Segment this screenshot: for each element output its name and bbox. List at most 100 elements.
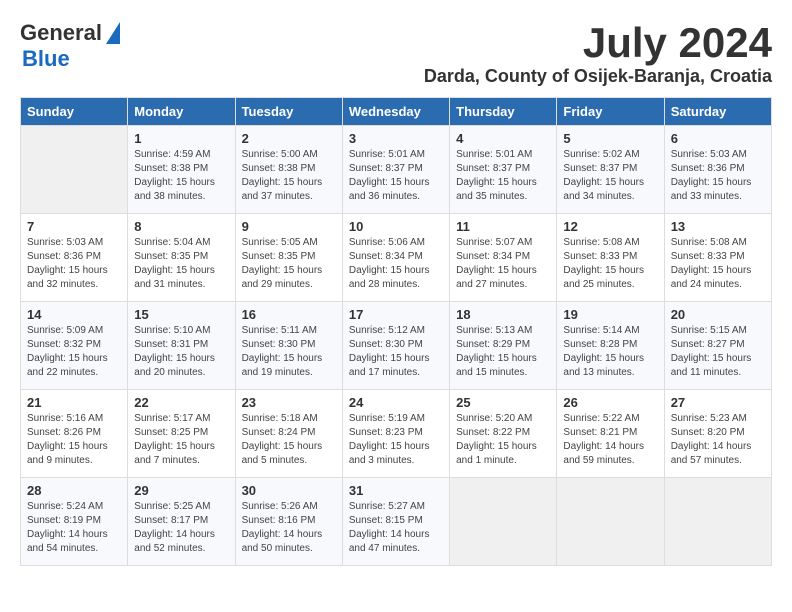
cell-content: Sunrise: 5:03 AM Sunset: 8:36 PM Dayligh… xyxy=(671,148,765,204)
cell-content: Sunrise: 5:00 AM Sunset: 8:38 PM Dayligh… xyxy=(242,148,336,204)
calendar-cell: 12 Sunrise: 5:08 AM Sunset: 8:33 PM Dayli… xyxy=(557,214,664,302)
calendar-cell: 31 Sunrise: 5:27 AM Sunset: 8:15 PM Dayli… xyxy=(342,478,449,566)
day-number: 12 xyxy=(563,219,657,234)
day-number: 13 xyxy=(671,219,765,234)
cell-content: Sunrise: 5:07 AM Sunset: 8:34 PM Dayligh… xyxy=(456,236,550,292)
cell-content: Sunrise: 5:18 AM Sunset: 8:24 PM Dayligh… xyxy=(242,412,336,468)
calendar-week-row: 21 Sunrise: 5:16 AM Sunset: 8:26 PM Dayli… xyxy=(21,390,772,478)
day-number: 22 xyxy=(134,395,228,410)
cell-content: Sunrise: 5:06 AM Sunset: 8:34 PM Dayligh… xyxy=(349,236,443,292)
calendar-cell xyxy=(557,478,664,566)
calendar-cell: 16 Sunrise: 5:11 AM Sunset: 8:30 PM Dayli… xyxy=(235,302,342,390)
calendar-cell: 3Sunrise: 5:01 AM Sunset: 8:37 PM Daylig… xyxy=(342,126,449,214)
calendar-cell: 8 Sunrise: 5:04 AM Sunset: 8:35 PM Daylig… xyxy=(128,214,235,302)
cell-content: Sunrise: 5:25 AM Sunset: 8:17 PM Dayligh… xyxy=(134,500,228,556)
day-number: 14 xyxy=(27,307,121,322)
calendar-cell: 5 Sunrise: 5:02 AM Sunset: 8:37 PM Daylig… xyxy=(557,126,664,214)
day-number: 18 xyxy=(456,307,550,322)
cell-content: Sunrise: 5:14 AM Sunset: 8:28 PM Dayligh… xyxy=(563,324,657,380)
calendar-cell: 22 Sunrise: 5:17 AM Sunset: 8:25 PM Dayli… xyxy=(128,390,235,478)
cell-content: Sunrise: 5:16 AM Sunset: 8:26 PM Dayligh… xyxy=(27,412,121,468)
cell-content: Sunrise: 5:09 AM Sunset: 8:32 PM Dayligh… xyxy=(27,324,121,380)
cell-content: Sunrise: 5:03 AM Sunset: 8:36 PM Dayligh… xyxy=(27,236,121,292)
calendar-cell: 17Sunrise: 5:12 AM Sunset: 8:30 PM Dayli… xyxy=(342,302,449,390)
logo-general: General xyxy=(20,20,102,46)
calendar-week-row: 28 Sunrise: 5:24 AM Sunset: 8:19 PM Dayli… xyxy=(21,478,772,566)
day-number: 28 xyxy=(27,483,121,498)
day-number: 19 xyxy=(563,307,657,322)
calendar-cell: 14 Sunrise: 5:09 AM Sunset: 8:32 PM Dayli… xyxy=(21,302,128,390)
cell-content: Sunrise: 5:24 AM Sunset: 8:19 PM Dayligh… xyxy=(27,500,121,556)
cell-content: Sunrise: 5:02 AM Sunset: 8:37 PM Dayligh… xyxy=(563,148,657,204)
calendar-cell: 1 Sunrise: 4:59 AM Sunset: 8:38 PM Daylig… xyxy=(128,126,235,214)
day-number: 11 xyxy=(456,219,550,234)
cell-content: Sunrise: 5:17 AM Sunset: 8:25 PM Dayligh… xyxy=(134,412,228,468)
logo: General Blue xyxy=(20,20,120,72)
cell-content: Sunrise: 5:08 AM Sunset: 8:33 PM Dayligh… xyxy=(671,236,765,292)
day-number: 7 xyxy=(27,219,121,234)
title-section: July 2024 Darda, County of Osijek-Baranj… xyxy=(424,20,772,87)
day-number: 31 xyxy=(349,483,443,498)
cell-content: Sunrise: 5:23 AM Sunset: 8:20 PM Dayligh… xyxy=(671,412,765,468)
calendar-cell: 11 Sunrise: 5:07 AM Sunset: 8:34 PM Dayli… xyxy=(450,214,557,302)
day-header-wednesday: Wednesday xyxy=(342,98,449,126)
cell-content: Sunrise: 5:01 AM Sunset: 8:37 PM Dayligh… xyxy=(456,148,550,204)
cell-content: Sunrise: 5:27 AM Sunset: 8:15 PM Dayligh… xyxy=(349,500,443,556)
cell-content: Sunrise: 5:10 AM Sunset: 8:31 PM Dayligh… xyxy=(134,324,228,380)
day-number: 2 xyxy=(242,131,336,146)
calendar-cell: 29 Sunrise: 5:25 AM Sunset: 8:17 PM Dayli… xyxy=(128,478,235,566)
calendar-cell: 27 Sunrise: 5:23 AM Sunset: 8:20 PM Dayli… xyxy=(664,390,771,478)
calendar-cell: 25Sunrise: 5:20 AM Sunset: 8:22 PM Dayli… xyxy=(450,390,557,478)
month-year: July 2024 xyxy=(424,20,772,66)
calendar-header-row: SundayMondayTuesdayWednesdayThursdayFrid… xyxy=(21,98,772,126)
day-header-thursday: Thursday xyxy=(450,98,557,126)
cell-content: Sunrise: 5:26 AM Sunset: 8:16 PM Dayligh… xyxy=(242,500,336,556)
calendar-week-row: 7 Sunrise: 5:03 AM Sunset: 8:36 PM Daylig… xyxy=(21,214,772,302)
cell-content: Sunrise: 5:05 AM Sunset: 8:35 PM Dayligh… xyxy=(242,236,336,292)
day-number: 17 xyxy=(349,307,443,322)
cell-content: Sunrise: 5:11 AM Sunset: 8:30 PM Dayligh… xyxy=(242,324,336,380)
calendar-cell: 10 Sunrise: 5:06 AM Sunset: 8:34 PM Dayli… xyxy=(342,214,449,302)
logo-blue: Blue xyxy=(22,46,70,72)
calendar-table: SundayMondayTuesdayWednesdayThursdayFrid… xyxy=(20,97,772,566)
day-number: 9 xyxy=(242,219,336,234)
calendar-cell: 23 Sunrise: 5:18 AM Sunset: 8:24 PM Dayli… xyxy=(235,390,342,478)
day-number: 15 xyxy=(134,307,228,322)
calendar-cell: 21 Sunrise: 5:16 AM Sunset: 8:26 PM Dayli… xyxy=(21,390,128,478)
day-number: 1 xyxy=(134,131,228,146)
day-header-friday: Friday xyxy=(557,98,664,126)
calendar-cell: 18Sunrise: 5:13 AM Sunset: 8:29 PM Dayli… xyxy=(450,302,557,390)
day-number: 6 xyxy=(671,131,765,146)
day-header-saturday: Saturday xyxy=(664,98,771,126)
day-number: 21 xyxy=(27,395,121,410)
calendar-cell: 6 Sunrise: 5:03 AM Sunset: 8:36 PM Daylig… xyxy=(664,126,771,214)
cell-content: Sunrise: 5:08 AM Sunset: 8:33 PM Dayligh… xyxy=(563,236,657,292)
day-header-monday: Monday xyxy=(128,98,235,126)
day-number: 20 xyxy=(671,307,765,322)
calendar-cell: 4Sunrise: 5:01 AM Sunset: 8:37 PM Daylig… xyxy=(450,126,557,214)
day-number: 29 xyxy=(134,483,228,498)
day-number: 26 xyxy=(563,395,657,410)
cell-content: Sunrise: 5:04 AM Sunset: 8:35 PM Dayligh… xyxy=(134,236,228,292)
day-number: 27 xyxy=(671,395,765,410)
calendar-week-row: 1 Sunrise: 4:59 AM Sunset: 8:38 PM Daylig… xyxy=(21,126,772,214)
calendar-cell: 13 Sunrise: 5:08 AM Sunset: 8:33 PM Dayli… xyxy=(664,214,771,302)
day-number: 24 xyxy=(349,395,443,410)
day-number: 8 xyxy=(134,219,228,234)
calendar-cell: 20Sunrise: 5:15 AM Sunset: 8:27 PM Dayli… xyxy=(664,302,771,390)
day-header-sunday: Sunday xyxy=(21,98,128,126)
day-number: 10 xyxy=(349,219,443,234)
day-number: 25 xyxy=(456,395,550,410)
header: General Blue July 2024 Darda, County of … xyxy=(20,20,772,87)
calendar-cell: 2 Sunrise: 5:00 AM Sunset: 8:38 PM Daylig… xyxy=(235,126,342,214)
cell-content: Sunrise: 4:59 AM Sunset: 8:38 PM Dayligh… xyxy=(134,148,228,204)
calendar-week-row: 14 Sunrise: 5:09 AM Sunset: 8:32 PM Dayli… xyxy=(21,302,772,390)
day-number: 30 xyxy=(242,483,336,498)
day-number: 16 xyxy=(242,307,336,322)
calendar-cell: 24 Sunrise: 5:19 AM Sunset: 8:23 PM Dayli… xyxy=(342,390,449,478)
day-number: 5 xyxy=(563,131,657,146)
day-number: 3 xyxy=(349,131,443,146)
cell-content: Sunrise: 5:19 AM Sunset: 8:23 PM Dayligh… xyxy=(349,412,443,468)
day-number: 23 xyxy=(242,395,336,410)
calendar-cell xyxy=(450,478,557,566)
